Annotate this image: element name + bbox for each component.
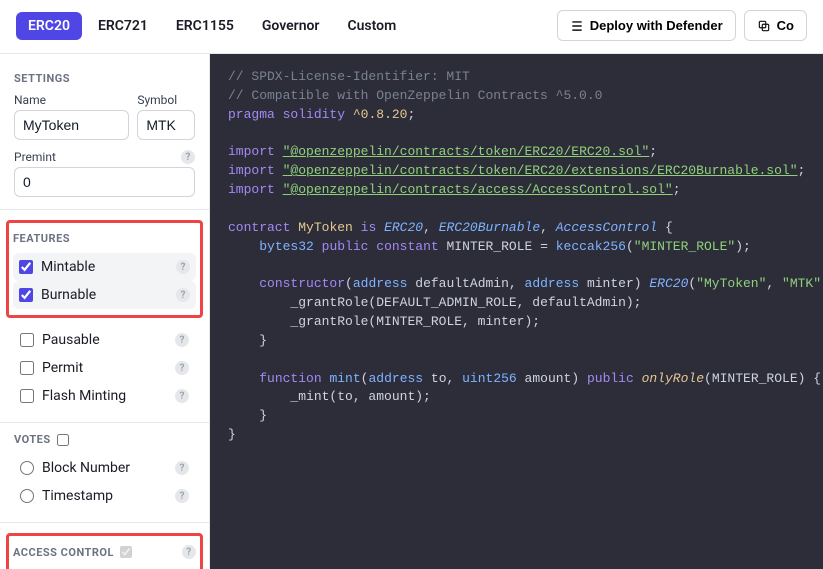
- divider: [0, 522, 209, 523]
- topbar-actions: Deploy with Defender Co: [557, 10, 807, 41]
- flashminting-checkbox[interactable]: [20, 389, 34, 403]
- name-symbol-row: Name Symbol: [14, 93, 195, 140]
- votes-title: VOTES: [14, 433, 195, 446]
- access-highlight: ACCESS CONTROL ? Ownable ? Roles ?: [6, 533, 203, 569]
- tab-erc721[interactable]: ERC721: [86, 12, 160, 40]
- main: SETTINGS Name Symbol Premint? FEATURES M…: [0, 54, 823, 569]
- tab-custom[interactable]: Custom: [335, 12, 408, 40]
- help-icon[interactable]: ?: [176, 260, 190, 274]
- premint-input[interactable]: [14, 167, 195, 197]
- feature-permit[interactable]: Permit ?: [14, 354, 195, 382]
- votes-blocknumber[interactable]: Block Number ?: [14, 454, 195, 482]
- feature-pausable[interactable]: Pausable ?: [14, 326, 195, 354]
- permit-label: Permit: [42, 360, 167, 376]
- pausable-label: Pausable: [42, 332, 167, 348]
- copy-label: Co: [777, 18, 794, 33]
- code-preview[interactable]: // SPDX-License-Identifier: MIT // Compa…: [210, 54, 823, 569]
- copy-icon: [757, 19, 771, 33]
- copy-button[interactable]: Co: [744, 10, 807, 41]
- timestamp-radio[interactable]: [20, 489, 34, 503]
- symbol-label: Symbol: [137, 93, 195, 107]
- help-icon[interactable]: ?: [176, 288, 190, 302]
- defender-icon: [570, 19, 584, 33]
- deploy-button[interactable]: Deploy with Defender: [557, 10, 736, 41]
- name-label: Name: [14, 93, 129, 107]
- pausable-checkbox[interactable]: [20, 333, 34, 347]
- features-title: FEATURES: [13, 232, 196, 245]
- permit-checkbox[interactable]: [20, 361, 34, 375]
- topbar: ERC20 ERC721 ERC1155 Governor Custom Dep…: [0, 0, 823, 54]
- tab-governor[interactable]: Governor: [250, 12, 332, 40]
- mintable-label: Mintable: [41, 259, 168, 275]
- mintable-checkbox[interactable]: [19, 260, 33, 274]
- votes-timestamp[interactable]: Timestamp ?: [14, 482, 195, 510]
- help-icon[interactable]: ?: [175, 389, 189, 403]
- help-icon[interactable]: ?: [175, 361, 189, 375]
- feature-flashminting[interactable]: Flash Minting ?: [14, 382, 195, 410]
- name-field: Name: [14, 93, 129, 140]
- tab-erc1155[interactable]: ERC1155: [164, 12, 246, 40]
- premint-field: Premint?: [14, 150, 195, 197]
- access-title: ACCESS CONTROL ?: [13, 545, 196, 559]
- contract-type-tabs: ERC20 ERC721 ERC1155 Governor Custom: [16, 12, 408, 40]
- burnable-label: Burnable: [41, 287, 168, 303]
- features-highlight: FEATURES Mintable ? Burnable ?: [6, 220, 203, 318]
- feature-mintable[interactable]: Mintable ?: [13, 253, 196, 281]
- tab-erc20[interactable]: ERC20: [16, 12, 82, 40]
- help-icon[interactable]: ?: [175, 333, 189, 347]
- help-icon[interactable]: ?: [175, 489, 189, 503]
- divider: [0, 209, 209, 210]
- help-icon[interactable]: ?: [181, 150, 195, 164]
- votes-toggle[interactable]: [57, 434, 69, 446]
- symbol-field: Symbol: [137, 93, 195, 140]
- premint-label: Premint?: [14, 150, 195, 164]
- symbol-input[interactable]: [137, 110, 195, 140]
- name-input[interactable]: [14, 110, 129, 140]
- deploy-label: Deploy with Defender: [590, 18, 723, 33]
- timestamp-label: Timestamp: [42, 488, 167, 504]
- help-icon[interactable]: ?: [182, 545, 196, 559]
- blocknumber-radio[interactable]: [20, 461, 34, 475]
- settings-title: SETTINGS: [14, 72, 195, 85]
- flashminting-label: Flash Minting: [42, 388, 167, 404]
- divider: [0, 422, 209, 423]
- help-icon[interactable]: ?: [175, 461, 189, 475]
- feature-burnable[interactable]: Burnable ?: [13, 281, 196, 309]
- burnable-checkbox[interactable]: [19, 288, 33, 302]
- sidebar: SETTINGS Name Symbol Premint? FEATURES M…: [0, 54, 210, 569]
- access-toggle[interactable]: [120, 546, 132, 558]
- blocknumber-label: Block Number: [42, 460, 167, 476]
